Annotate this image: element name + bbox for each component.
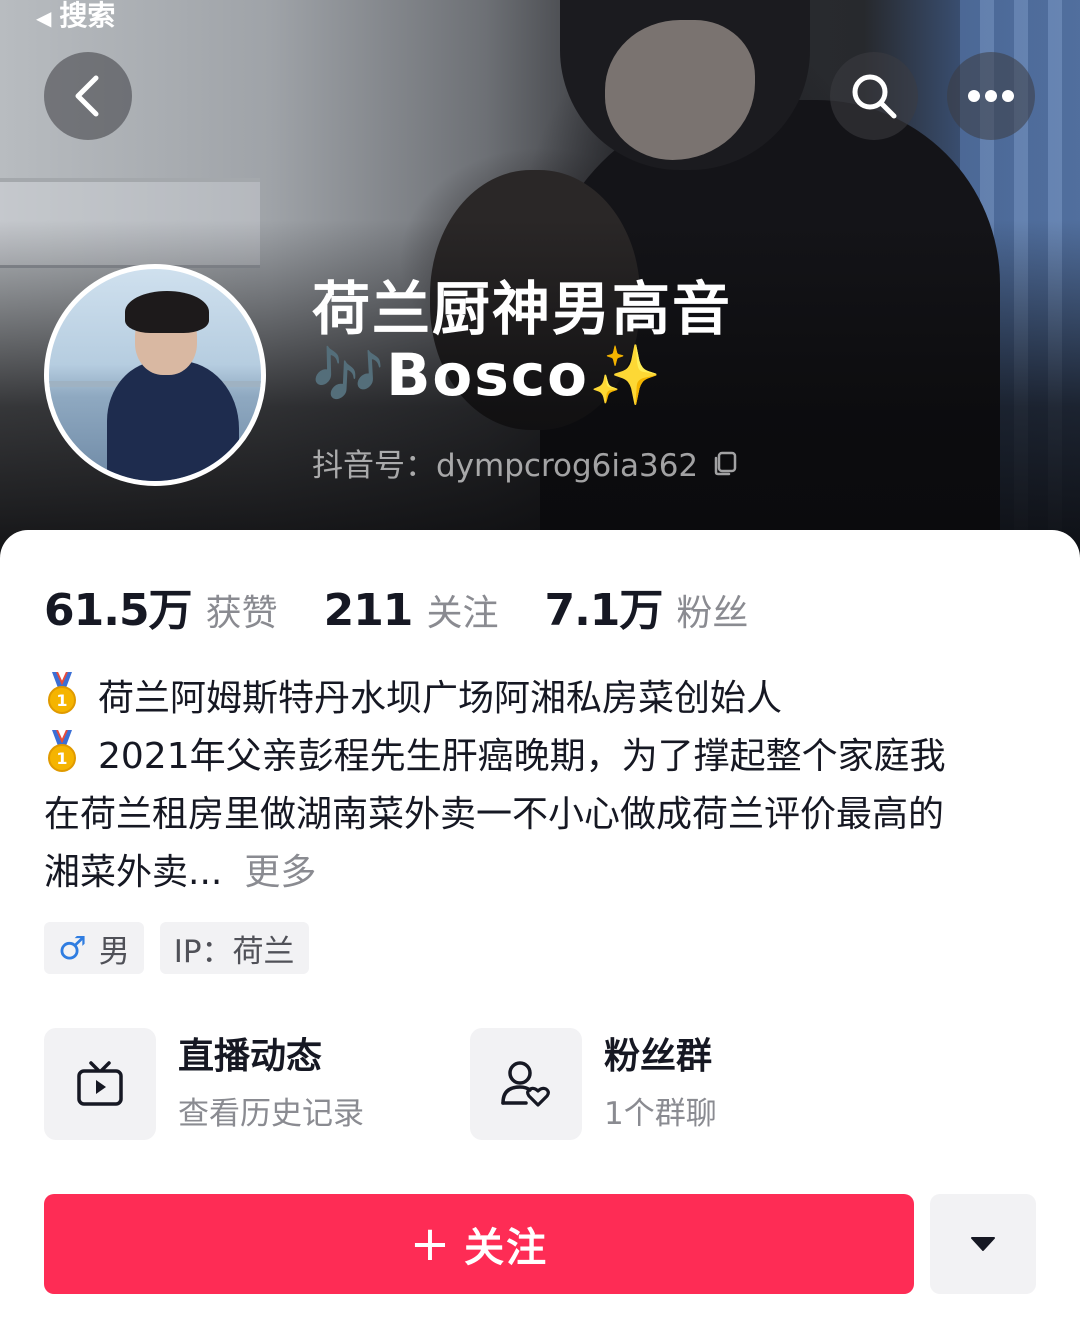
bio-line: 湘菜外卖... 更多 xyxy=(44,844,1044,902)
user-heart-icon xyxy=(501,1061,550,1107)
profile-nickname: 荷兰厨神男高音🎶Bosco✨ xyxy=(312,275,733,409)
bio-line-2: 2021年父亲彭程先生肝癌晚期，为了撑起整个家庭我 xyxy=(98,736,946,777)
back-button[interactable] xyxy=(44,52,132,140)
bio-line-3: 在荷兰租房里做湖南菜外卖一不小心做成荷兰评价最高的 xyxy=(44,794,945,835)
copy-icon[interactable] xyxy=(712,450,738,476)
cover-wall-panel xyxy=(0,178,260,268)
stat-likes-label: 获赞 xyxy=(205,593,278,634)
chevron-left-icon xyxy=(75,75,99,117)
stat-followers-label: 粉丝 xyxy=(676,593,749,634)
fan-group-entry[interactable]: 粉丝群 1个群聊 xyxy=(470,1028,717,1140)
caret-down-icon xyxy=(971,1237,995,1251)
gold-medal-icon: 1 xyxy=(48,672,76,714)
bio-line: 1 荷兰阿姆斯特丹水坝广场阿湘私房菜创始人 xyxy=(44,670,1044,728)
stat-following-value: 211 xyxy=(323,585,414,636)
return-app-label: 搜索 xyxy=(59,0,116,32)
fan-group-icon-box xyxy=(470,1028,582,1140)
bio-line-1: 荷兰阿姆斯特丹水坝广场阿湘私房菜创始人 xyxy=(98,678,783,719)
live-history-subtitle: 查看历史记录 xyxy=(178,1096,364,1132)
profile-info-card: 61.5万 获赞 211 关注 7.1万 粉丝 1 荷兰阿姆斯特丹水坝广场阿湘私… xyxy=(0,530,1080,1318)
stat-followers-value: 7.1万 xyxy=(544,585,663,636)
live-history-icon-box xyxy=(44,1028,156,1140)
douyin-id-row[interactable]: 抖音号：dympcrog6ia362 xyxy=(312,440,738,485)
bio-more-link[interactable]: 更多 xyxy=(244,852,316,893)
stat-following-label: 关注 xyxy=(426,593,499,634)
search-icon xyxy=(852,74,897,119)
bio-text[interactable]: 1 荷兰阿姆斯特丹水坝广场阿湘私房菜创始人 1 2021年父亲彭程先生肝癌晚期，… xyxy=(44,670,1044,902)
plus-icon: + xyxy=(409,1216,453,1272)
fan-group-text: 粉丝群 1个群聊 xyxy=(604,1028,717,1136)
more-dots-icon xyxy=(968,90,1014,102)
bio-line: 1 2021年父亲彭程先生肝癌晚期，为了撑起整个家庭我 xyxy=(44,728,1044,786)
avatar[interactable] xyxy=(44,264,266,486)
ip-location-label: IP：荷兰 xyxy=(173,933,295,970)
stat-likes-value: 61.5万 xyxy=(44,585,193,636)
tv-play-icon xyxy=(77,1061,123,1106)
gender-label: 男 xyxy=(98,933,130,970)
stats-row: 61.5万 获赞 211 关注 7.1万 粉丝 xyxy=(44,574,794,638)
avatar-jacket xyxy=(107,361,239,481)
male-icon: ♂ xyxy=(58,929,87,967)
fan-group-subtitle: 1个群聊 xyxy=(604,1096,717,1132)
follow-button-label: 关注 xyxy=(464,1225,549,1271)
feature-entries: 直播动态 查看历史记录 粉丝群 1个群聊 xyxy=(44,1028,1044,1140)
ip-location-tag: IP：荷兰 xyxy=(159,922,309,974)
bio-line-4: 湘菜外卖... xyxy=(44,852,223,893)
search-button[interactable] xyxy=(830,52,918,140)
follow-button[interactable]: + 关注 xyxy=(44,1194,914,1294)
svg-text:1: 1 xyxy=(56,691,67,710)
follow-dropdown-button[interactable] xyxy=(930,1194,1036,1294)
fan-group-title: 粉丝群 xyxy=(604,1036,713,1077)
svg-text:1: 1 xyxy=(56,749,67,768)
live-history-entry[interactable]: 直播动态 查看历史记录 xyxy=(44,1028,364,1140)
return-to-app-link[interactable]: ◀ 搜索 xyxy=(36,0,115,34)
gold-medal-icon: 1 xyxy=(48,730,76,772)
stat-followers[interactable]: 7.1万 粉丝 xyxy=(544,574,748,638)
profile-tags: ♂ 男 IP：荷兰 xyxy=(44,922,325,974)
douyin-id-text: 抖音号：dympcrog6ia362 xyxy=(312,448,699,484)
stat-likes[interactable]: 61.5万 获赞 xyxy=(44,574,278,638)
live-history-text: 直播动态 查看历史记录 xyxy=(178,1028,364,1136)
avatar-hair xyxy=(125,291,209,333)
more-options-button[interactable] xyxy=(947,52,1035,140)
live-history-title: 直播动态 xyxy=(178,1036,323,1077)
back-triangle-icon: ◀ xyxy=(36,6,52,30)
stat-following[interactable]: 211 关注 xyxy=(324,584,499,636)
gender-tag: ♂ 男 xyxy=(44,922,144,974)
